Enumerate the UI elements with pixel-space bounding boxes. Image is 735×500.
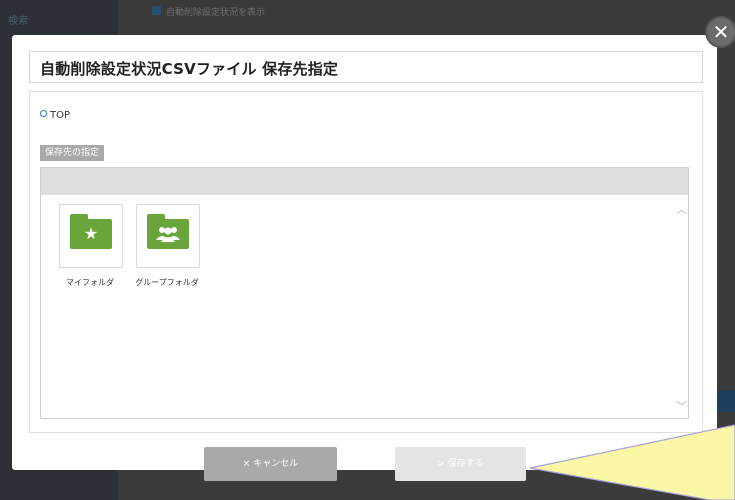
group-icon-glyph: [156, 227, 180, 242]
folder-tile[interactable]: ★: [59, 204, 123, 268]
background-toolbar-icon: [152, 6, 161, 15]
save-button[interactable]: > 保存する: [395, 447, 526, 481]
background-right-block: [718, 390, 735, 412]
dialog-body: TOP 保存先の指定 ★ マイフォルダ グループフォルダ ︿ ﹀: [29, 91, 703, 433]
folder-tile[interactable]: [136, 204, 200, 268]
folder-icon: [147, 214, 189, 249]
folder-panel-header: [41, 168, 688, 195]
dialog-title: 自動削除設定状況CSVファイル 保存先指定: [40, 60, 339, 78]
folder-panel-scrollbar[interactable]: ︿ ﹀: [674, 195, 688, 418]
background-toolbar-text: 自動削除設定状況を表示: [166, 8, 266, 18]
group-icon: [147, 219, 189, 249]
tooltip-callout: [529, 424, 735, 500]
background-sidebar-item: 検索: [8, 16, 28, 27]
dialog-header: 自動削除設定状況CSVファイル 保存先指定: [29, 51, 703, 83]
breadcrumb-top-link[interactable]: TOP: [50, 110, 70, 121]
folder-label: グループフォルダ: [135, 278, 199, 287]
section-label: 保存先の指定: [40, 145, 105, 161]
folder-item-group-folder[interactable]: グループフォルダ: [135, 204, 200, 288]
folder-item-my-folder[interactable]: ★ マイフォルダ: [59, 204, 123, 288]
scroll-up-icon[interactable]: ︿: [676, 201, 687, 217]
star-icon: ★: [83, 224, 99, 243]
breadcrumb[interactable]: TOP: [40, 110, 70, 121]
folder-icon: ★: [70, 214, 112, 249]
cancel-button[interactable]: × キャンセル: [204, 447, 337, 481]
close-icon[interactable]: ✕: [707, 18, 735, 46]
breadcrumb-dot-icon: [40, 110, 47, 117]
folder-panel: ★ マイフォルダ グループフォルダ ︿ ﹀: [40, 167, 689, 419]
save-destination-dialog: 自動削除設定状況CSVファイル 保存先指定 TOP 保存先の指定 ★ マイフォル…: [12, 35, 717, 481]
